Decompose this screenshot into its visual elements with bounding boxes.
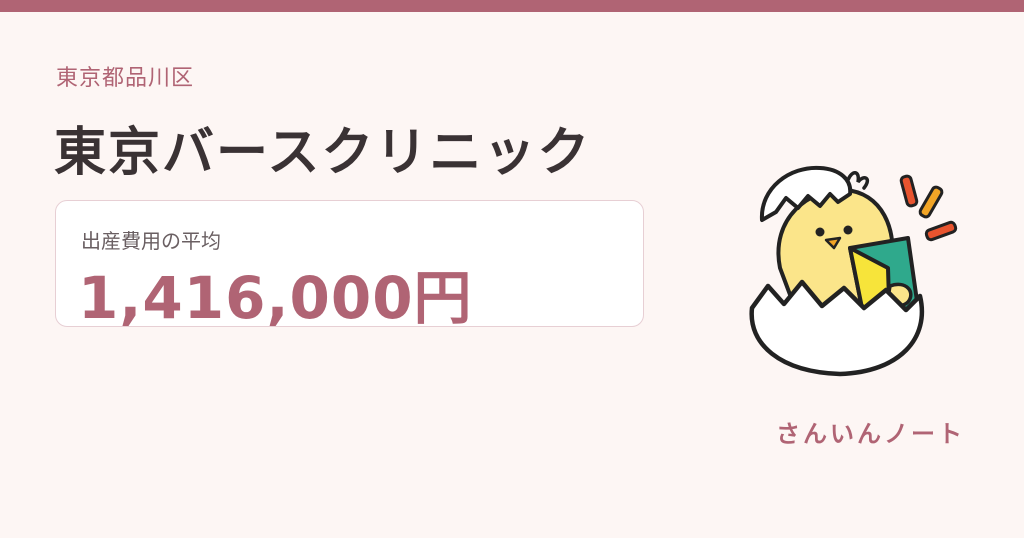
chick-mascot-icon	[740, 158, 980, 388]
brand-name: さんいんノート	[776, 420, 965, 448]
region-label: 東京都品川区	[56, 66, 195, 91]
top-accent-bar	[0, 0, 1024, 12]
excitement-marks-icon	[899, 174, 958, 242]
average-cost-label: 出産費用の平均	[81, 229, 221, 253]
clinic-title: 東京バースクリニック	[54, 123, 592, 183]
average-cost-card: 出産費用の平均 1,416,000円	[55, 200, 644, 332]
average-cost-value: 1,416,000円	[78, 264, 473, 332]
